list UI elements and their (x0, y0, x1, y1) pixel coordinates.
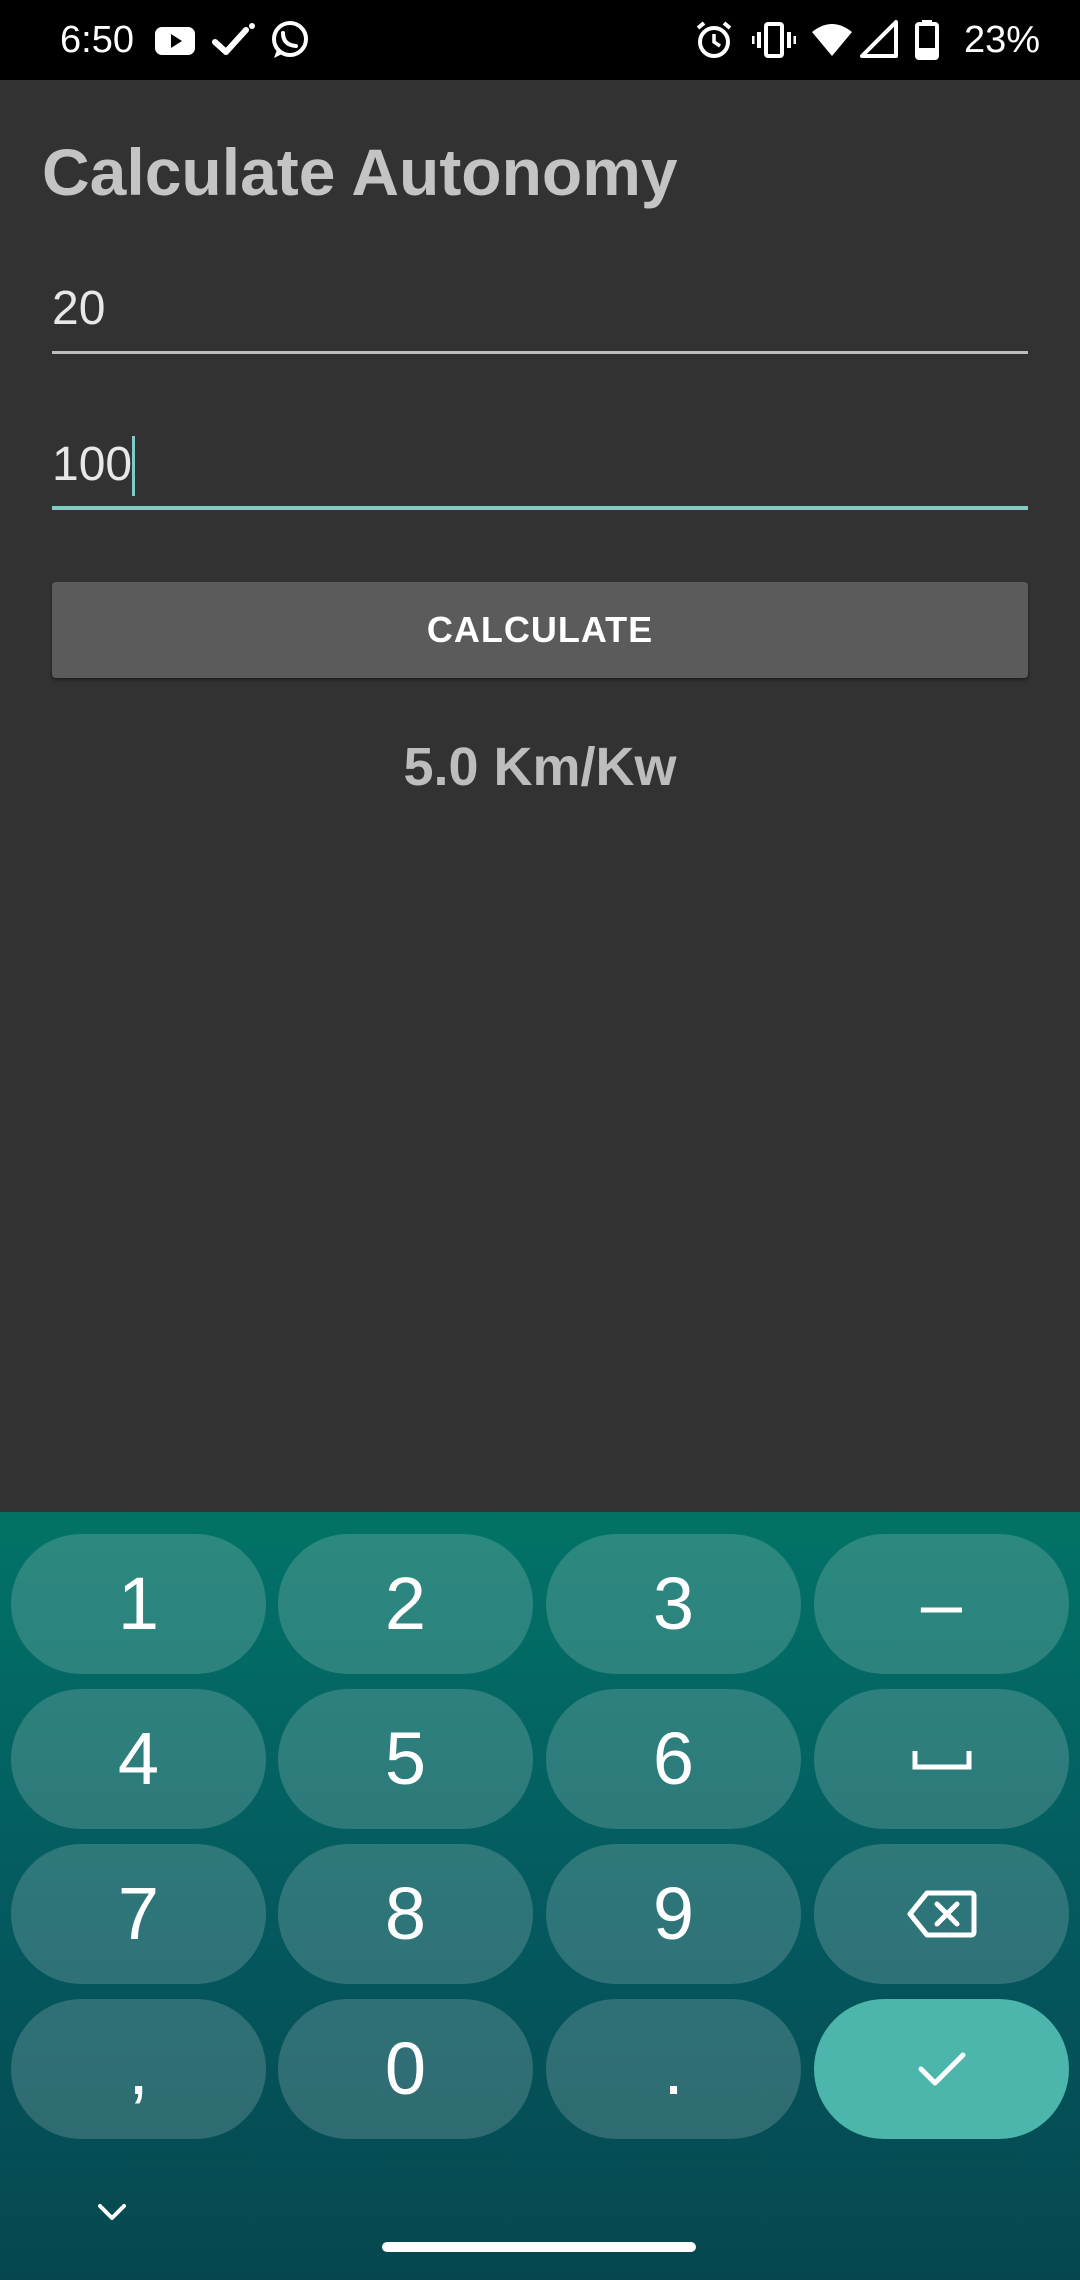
key-9[interactable]: 9 (546, 1844, 801, 1984)
check-icon (212, 23, 255, 55)
battery-percent: 23% (963, 19, 1040, 61)
key-8[interactable]: 8 (278, 1844, 533, 1984)
home-indicator[interactable] (382, 2242, 696, 2252)
key-3[interactable]: 3 (546, 1534, 801, 1674)
vibrate-icon (752, 22, 796, 58)
key-backspace[interactable] (814, 1844, 1069, 1984)
key-period[interactable]: . (546, 1999, 801, 2139)
key-minus[interactable]: – (814, 1534, 1069, 1674)
youtube-icon (155, 27, 195, 55)
key-1[interactable]: 1 (11, 1534, 266, 1674)
status-bar: 6:50 23% (0, 0, 1080, 80)
backspace-icon (907, 1890, 976, 1938)
text-cursor (132, 436, 136, 496)
check-icon (918, 2052, 965, 2086)
alarm-icon (696, 21, 732, 58)
key-comma[interactable]: , (11, 1999, 266, 2139)
numeric-keyboard: 1 2 3 – 4 5 6 7 8 9 , 0 . (0, 1512, 1080, 2280)
key-0[interactable]: 0 (278, 1999, 533, 2139)
key-done[interactable] (814, 1999, 1069, 2139)
calculate-button[interactable]: CALCULATE (52, 582, 1028, 678)
energy-input-value: 100 (52, 438, 133, 491)
whatsapp-icon (272, 21, 308, 58)
battery-icon (915, 20, 939, 60)
status-time: 6:50 (60, 19, 134, 61)
key-7[interactable]: 7 (11, 1844, 266, 1984)
space-icon (912, 1751, 971, 1770)
key-5[interactable]: 5 (278, 1689, 533, 1829)
key-2[interactable]: 2 (278, 1534, 533, 1674)
key-6[interactable]: 6 (546, 1689, 801, 1829)
key-space[interactable] (814, 1689, 1069, 1829)
distance-input-value: 20 (52, 282, 106, 335)
key-4[interactable]: 4 (11, 1689, 266, 1829)
distance-input[interactable]: 20 (52, 274, 1028, 354)
app-screen: Calculate Autonomy 20 100 CALCULATE 5.0 … (0, 80, 1080, 1512)
cell-signal-icon (860, 20, 898, 58)
page-title: Calculate Autonomy (42, 135, 678, 209)
energy-input[interactable]: 100 (52, 430, 1028, 510)
wifi-icon (812, 24, 852, 56)
result-text: 5.0 Km/Kw (403, 737, 677, 797)
chevron-down-icon[interactable] (88, 2192, 136, 2232)
